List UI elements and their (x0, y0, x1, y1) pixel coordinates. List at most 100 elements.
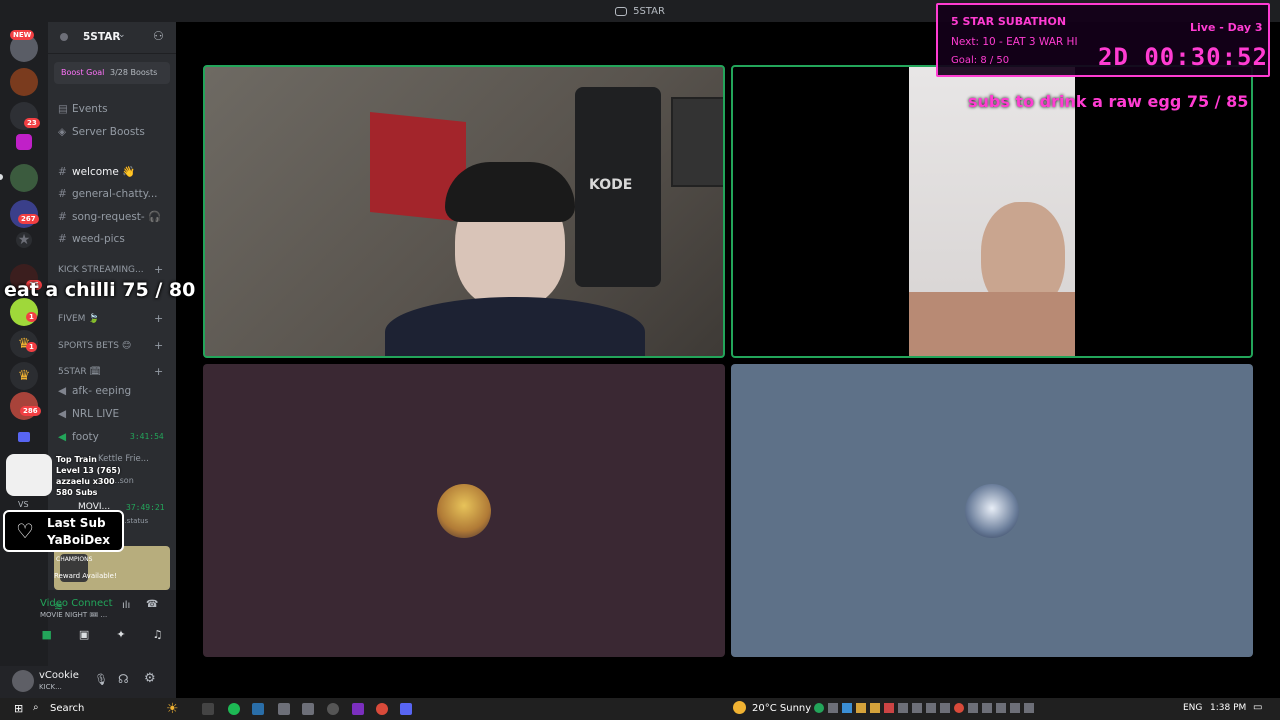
voice-channel-name[interactable]: MOVIE NIGHT 🎟 ... (40, 611, 107, 619)
noise-suppression-icon[interactable]: ılı (122, 600, 130, 611)
steam-icon[interactable] (252, 703, 264, 715)
channel-general[interactable]: # general-chatty... (58, 188, 168, 200)
participant-avatar (437, 484, 491, 538)
server-boosts-item[interactable]: ◈ Server Boosts (58, 126, 145, 138)
task-view-icon[interactable] (202, 703, 214, 715)
chrome-icon[interactable] (376, 703, 388, 715)
boost-count: 3/28 Boosts (110, 68, 158, 77)
app-icon[interactable] (302, 703, 314, 715)
speaker-icon: ◀ (58, 385, 67, 397)
unread-badge: 23 (24, 118, 40, 128)
channel-weed-pics[interactable]: # weed-pics (58, 233, 125, 245)
tray-icon[interactable] (968, 703, 978, 713)
server-rail: NEW 23 267 ★ 15 1 ♛ 1 ♛ 286 VS (0, 22, 48, 698)
poster-text: KODE (589, 177, 633, 193)
activity-icon[interactable]: ✦ (116, 628, 125, 648)
heart-icon: ♡ (16, 519, 34, 543)
tray-icon[interactable] (884, 703, 894, 713)
server-icon[interactable] (10, 68, 38, 96)
unread-badge: 1 (26, 312, 37, 322)
server-name: 5STAR (83, 31, 121, 43)
window-title: 5STAR (633, 5, 665, 17)
add-channel-icon[interactable]: + (154, 339, 163, 352)
events-item[interactable]: ▤ Events (58, 103, 108, 115)
tray-icon[interactable] (842, 703, 852, 713)
star-icon[interactable]: ★ (16, 232, 32, 248)
wall-frame (671, 97, 723, 187)
headphones-icon[interactable]: ☊ (118, 672, 129, 686)
add-channel-icon[interactable]: + (154, 365, 163, 378)
avatar[interactable] (12, 670, 34, 692)
voice-status[interactable]: Video Connect (40, 598, 116, 609)
video-tile-3[interactable] (203, 364, 725, 657)
windows-start-icon[interactable]: ⊞ (14, 702, 23, 715)
username: vCookie (39, 670, 79, 681)
unread-badge: 286 (20, 406, 41, 416)
windows-taskbar: ⊞ ⌕ Search ☀ 20°C Sunny ENG 1:38 PM ▭ (0, 698, 1280, 720)
tray-icon[interactable] (870, 703, 880, 713)
server-icon[interactable] (16, 134, 32, 150)
camera-icon[interactable]: ■ (42, 628, 52, 648)
weather-icon (733, 701, 746, 714)
discord-app-icon[interactable] (400, 703, 412, 715)
reward-card[interactable]: CHAMPIONS Reward Available! (54, 546, 170, 590)
tray-icon[interactable] (940, 703, 950, 713)
calendar-icon: ▤ (58, 103, 68, 115)
language-indicator[interactable]: ENG (1183, 703, 1202, 713)
category-kick[interactable]: KICK STREAMING... (58, 265, 144, 275)
voice-channel-nrl[interactable]: ◀ NRL LIVE (58, 408, 119, 420)
tray-icon[interactable] (856, 703, 866, 713)
chilli-goal-overlay: eat a chilli 75 / 80 (4, 279, 196, 301)
tray-icon[interactable] (926, 703, 936, 713)
tray-icon[interactable] (1024, 703, 1034, 713)
screenshare-icon[interactable]: ▣ (79, 628, 89, 648)
app-icon[interactable] (278, 703, 290, 715)
soundboard-icon[interactable]: ♫ (153, 628, 163, 648)
tray-icon[interactable] (1010, 703, 1020, 713)
last-sub-name: YaBoiDex (47, 533, 111, 547)
channel-song-request[interactable]: # song-request- 🎧 (58, 210, 161, 223)
tray-icon[interactable] (828, 703, 838, 713)
video-tile-1[interactable]: KODE (203, 65, 725, 358)
taskbar-search[interactable]: Search (50, 703, 84, 714)
voice-timer: 3:41:54 (130, 432, 164, 441)
user-status: KICK... (39, 683, 62, 691)
video-grid: KODE (176, 22, 1280, 698)
gear-icon[interactable]: ⚙ (144, 671, 156, 686)
tray-icon[interactable] (996, 703, 1006, 713)
subathon-panel: 5 STAR SUBATHON Live - Day 3 Next: 10 - … (936, 3, 1270, 77)
folder-icon[interactable] (18, 432, 30, 442)
notification-icon[interactable]: ▭ (1253, 702, 1262, 713)
server-icon[interactable] (10, 164, 38, 192)
person-body (909, 292, 1075, 356)
microphone-icon[interactable]: 🎙 (94, 673, 108, 686)
tray-icon[interactable] (814, 703, 824, 713)
app-icon[interactable] (352, 703, 364, 715)
tray-icon[interactable] (982, 703, 992, 713)
invite-icon[interactable]: ⚇ (153, 29, 164, 43)
category-5star[interactable]: 5STAR 🗓 (58, 367, 101, 377)
clock[interactable]: 1:38 PM (1210, 703, 1246, 713)
weather-text[interactable]: 20°C Sunny (752, 703, 811, 714)
app-icon[interactable] (327, 703, 339, 715)
add-channel-icon[interactable]: + (154, 263, 163, 276)
tray-icon[interactable] (954, 703, 964, 713)
channel-welcome[interactable]: # welcome 👋 (58, 165, 135, 178)
add-channel-icon[interactable]: + (154, 312, 163, 325)
category-fivem[interactable]: FIVEM 🍃 (58, 314, 100, 324)
tray-icon[interactable] (898, 703, 908, 713)
spotify-icon[interactable] (228, 703, 240, 715)
search-icon[interactable]: ⌕ (33, 702, 39, 713)
subathon-goal: Goal: 8 / 50 (951, 55, 1010, 66)
voice-channel-afk[interactable]: ◀ afk- eeping (58, 385, 131, 397)
train-icon (6, 454, 52, 496)
category-sports[interactable]: SPORTS BETS 😊 (58, 341, 131, 351)
tray-icon[interactable] (912, 703, 922, 713)
voice-channel-footy[interactable]: ◀ footy (58, 431, 99, 443)
boost-goal-bar[interactable]: Boost Goal 3/28 Boosts (54, 62, 170, 84)
disconnect-icon[interactable]: ☎ (146, 599, 158, 610)
video-tile-4[interactable] (731, 364, 1253, 657)
server-header[interactable]: 5STAR ⌄ ⚇ (48, 22, 176, 54)
server-status-icon (60, 33, 68, 41)
crown-icon[interactable]: ♛ (10, 362, 38, 390)
